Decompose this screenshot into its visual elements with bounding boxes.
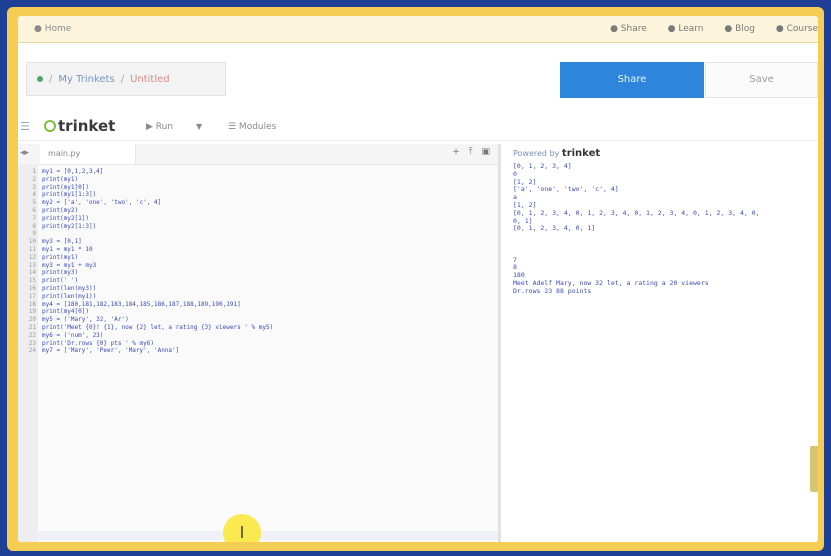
code-editor[interactable]: ◂▸ main.py + ⤒ ▣ 1 2 3 4 5 6 7 8 9 10 11 12 13 14 15 16… xyxy=(18,144,501,542)
line-number: 13 xyxy=(28,261,36,269)
code-line: print(my1[0]) xyxy=(42,183,89,191)
code-line: print(my3) xyxy=(42,269,79,277)
line-number: 18 xyxy=(28,300,36,308)
code-line: print('Meet {0}! {1}, now {2} let, a rat… xyxy=(42,324,274,331)
code-line: print(len(my1)) xyxy=(42,292,97,300)
save-button[interactable]: Save xyxy=(705,62,818,98)
menu-icon[interactable]: ☰ xyxy=(20,120,30,133)
line-number-gutter: 1 2 3 4 5 6 7 8 9 10 11 12 13 14 15 16 17 18 19 20 21 22 23 24 xyxy=(18,164,38,542)
code-line: my3 = my1 + my3 xyxy=(42,261,97,269)
code-line: my1 = [0,1,2,3,4] xyxy=(42,168,104,175)
upload-icon[interactable]: ⤒ xyxy=(469,147,473,157)
line-number: 24 xyxy=(28,347,36,355)
breadcrumb: / My Trinkets / Untitled xyxy=(26,62,226,96)
line-number: 22 xyxy=(28,331,36,339)
code-line: print(my2) xyxy=(42,207,79,214)
output-line: Dr.rows 23 88 points xyxy=(513,286,592,295)
file-tab[interactable]: main.py xyxy=(40,144,136,164)
top-navigation: ● Home ● Share ● Learn ● Blog ● Course xyxy=(18,16,818,43)
code-line: my5 = ('Mary', 32, 'Ar') xyxy=(42,316,129,324)
line-number: 19 xyxy=(28,308,36,316)
output-line: 180 xyxy=(513,271,525,280)
code-toggle-icon[interactable]: ◂▸ xyxy=(20,148,29,158)
output-line: 0, 1] xyxy=(513,216,533,225)
line-number: 10 xyxy=(28,238,36,246)
line-number: 7 xyxy=(32,214,36,222)
line-number: 12 xyxy=(28,253,36,261)
nav-link-blog[interactable]: ● Blog xyxy=(724,24,755,34)
line-number: 23 xyxy=(28,339,36,347)
code-line: my2 = ['a', 'one', 'two', 'c', 4] xyxy=(42,199,162,207)
line-number: 20 xyxy=(28,316,36,324)
nav-home-link[interactable]: ● Home xyxy=(34,24,71,34)
mouse-cursor-highlight xyxy=(223,514,261,542)
code-line: my7 = ['Mary', 'Peer', 'Mary', 'Anna'] xyxy=(42,347,180,355)
output-line: Meet Adelf Mary, now 32 let, a rating a … xyxy=(513,279,709,287)
editor-tools: + ⤒ ▣ xyxy=(446,147,490,157)
code-line: my4 = [180,181,182,183,184,185,186,187,1… xyxy=(42,300,241,308)
output-line: [0, 1, 2, 3, 4, 0, 1] xyxy=(513,224,596,233)
code-line: print('Dr.rows {0} pts ' % my6) xyxy=(42,339,154,347)
trinket-logo: trinket xyxy=(44,117,115,135)
line-number: 16 xyxy=(28,285,36,292)
code-line: print(len(my3)) xyxy=(42,285,97,292)
nav-link-learn[interactable]: ● Learn xyxy=(668,24,704,34)
line-number: 15 xyxy=(28,277,36,285)
code-line: print(' ') xyxy=(42,277,79,285)
output-line: 7 xyxy=(513,255,517,264)
nav-link-share[interactable]: ● Share xyxy=(610,24,647,34)
nav-right-links: ● Share ● Learn ● Blog ● Course xyxy=(610,24,818,34)
code-line: print(my2[1]) xyxy=(42,214,89,222)
side-scroll-handle[interactable] xyxy=(810,446,818,492)
line-number: 6 xyxy=(32,207,36,214)
line-number: 3 xyxy=(32,183,36,191)
line-number: 11 xyxy=(28,246,36,253)
line-number: 9 xyxy=(32,230,36,238)
share-button[interactable]: Share xyxy=(560,62,704,98)
output-line: ['a', 'one', 'two', 'c', 4] xyxy=(513,185,619,194)
output-header: Powered by trinket xyxy=(513,148,601,159)
line-number: 4 xyxy=(32,191,36,199)
output-brand: trinket xyxy=(561,148,601,159)
breadcrumb-parent[interactable]: My Trinkets xyxy=(58,74,114,85)
output-line: [1, 2] xyxy=(513,177,537,186)
output-line: [0, 1, 2, 3, 4] xyxy=(513,162,572,170)
output-line: 8 xyxy=(513,263,517,272)
breadcrumb-current: Untitled xyxy=(130,74,170,85)
line-number: 14 xyxy=(28,269,36,277)
code-line: my6 = ('num', 23) xyxy=(42,331,104,339)
browser-window: ● Home ● Share ● Learn ● Blog ● Course /… xyxy=(18,16,818,542)
trinket-toolbar: ☰ trinket ▶ Run ▼ ☰ Modules xyxy=(18,116,818,141)
code-line: my3 = [0,1] xyxy=(42,238,82,246)
output-line: [0, 1, 2, 3, 4, 0, 1, 2, 3, 4, 0, 1, 2, … xyxy=(513,208,760,217)
breadcrumb-row: / My Trinkets / Untitled Share Save xyxy=(18,62,818,98)
code-line: print(my2[1:3]) xyxy=(42,222,97,230)
code-line: print(my1) xyxy=(42,253,79,261)
line-number: 2 xyxy=(32,175,36,183)
output-line: [1, 2] xyxy=(513,201,537,209)
code-line: print(my1) xyxy=(42,175,79,183)
home-icon[interactable] xyxy=(37,76,43,82)
code-line: print(my1[1:3]) xyxy=(42,191,97,199)
trinket-logo-icon xyxy=(44,120,56,132)
code-line: print(my4[0]) xyxy=(42,308,89,316)
run-button[interactable]: ▶ Run xyxy=(146,122,173,132)
output-line: 0 xyxy=(513,169,517,178)
code-line: my1 = my1 * 10 xyxy=(42,246,93,253)
output-line: a xyxy=(513,193,517,202)
modules-button[interactable]: ☰ Modules xyxy=(228,122,276,132)
line-number: 5 xyxy=(32,199,36,207)
nav-link-course[interactable]: ● Course xyxy=(776,24,818,34)
line-number: 8 xyxy=(32,222,36,230)
line-number: 21 xyxy=(28,324,36,331)
line-number: 1 xyxy=(32,168,36,175)
active-line-highlight xyxy=(38,531,498,540)
line-number: 17 xyxy=(28,292,36,300)
image-icon[interactable]: ▣ xyxy=(481,147,490,157)
output-panel: Powered by trinket [0, 1, 2, 3, 4] 0 [1, 2… xyxy=(501,144,818,542)
editor-tab-bar: ◂▸ main.py + ⤒ ▣ xyxy=(18,144,498,165)
chevron-down-icon[interactable]: ▼ xyxy=(196,122,202,131)
add-file-icon[interactable]: + xyxy=(452,147,460,157)
